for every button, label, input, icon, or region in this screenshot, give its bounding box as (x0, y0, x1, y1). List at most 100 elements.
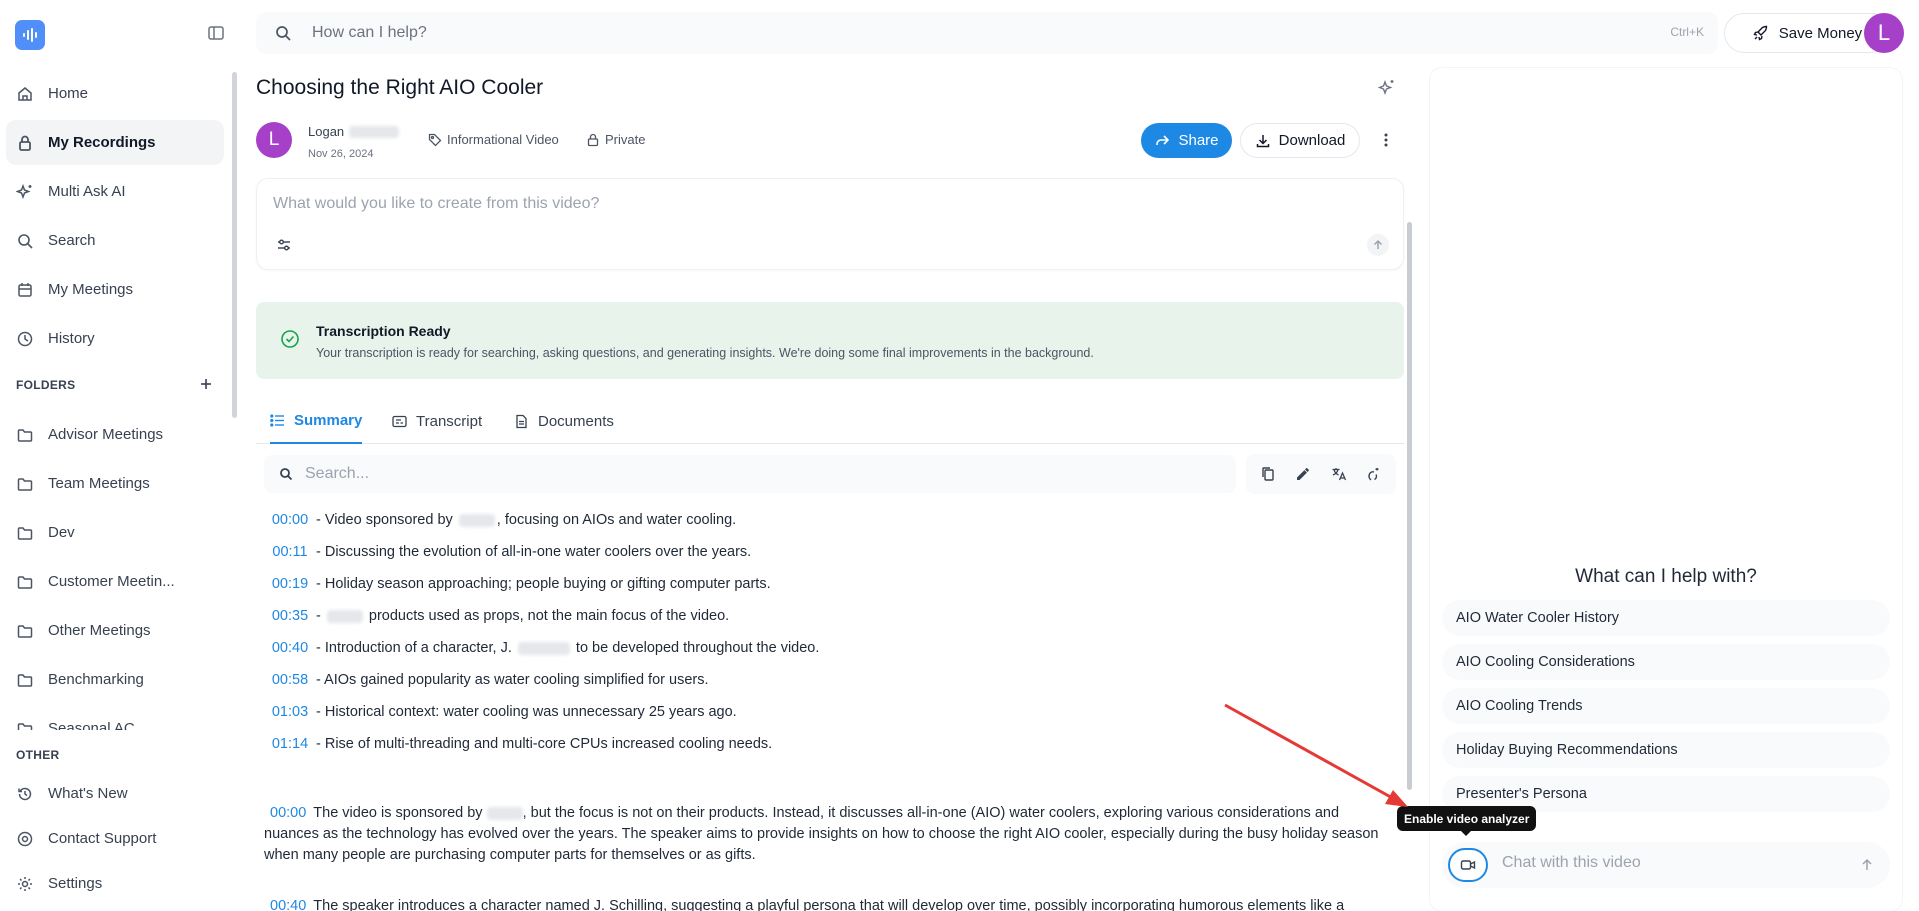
folder-icon (17, 526, 33, 540)
folder-item[interactable]: Benchmarking (6, 657, 224, 702)
tab-transcript[interactable]: Transcript (392, 398, 482, 444)
user-avatar[interactable]: L (1864, 13, 1904, 53)
share-button[interactable]: Share (1141, 123, 1232, 158)
folder-item[interactable]: Dev (6, 510, 224, 555)
folder-label: Team Meetings (48, 475, 150, 492)
folder-icon (17, 575, 33, 589)
paragraph-text: The video is sponsored by (313, 805, 487, 821)
notice-title: Transcription Ready (316, 323, 451, 339)
video-analyzer-toggle[interactable] (1448, 848, 1488, 882)
folder-item[interactable]: Team Meetings (6, 461, 224, 506)
main-nav: Home My Recordings Multi Ask AI Search M… (6, 71, 224, 365)
suggestion-chip[interactable]: AIO Cooling Trends (1442, 688, 1890, 724)
save-money-label: Save Money (1778, 24, 1863, 42)
folder-item[interactable]: Customer Meetin... (6, 559, 224, 604)
timestamp-link[interactable]: 00:19 (264, 576, 316, 592)
create-send-button[interactable] (1367, 234, 1389, 256)
chat-input-bar (1442, 842, 1890, 888)
timestamp-link[interactable]: 00:11 (264, 544, 316, 560)
visibility-tag[interactable]: Private (586, 132, 645, 147)
summary-search-input[interactable] (305, 465, 1205, 483)
add-folder-icon[interactable] (196, 374, 216, 394)
notice-text: Your transcription is ready for searchin… (316, 346, 1094, 360)
nav-item-history[interactable]: History (6, 316, 224, 361)
timestamp-link[interactable]: 00:00 (270, 803, 306, 824)
main-scrollbar[interactable] (1407, 222, 1412, 790)
author-first-name: Logan (308, 124, 345, 139)
chat-send-button[interactable] (1856, 854, 1878, 876)
nav-item-label: My Meetings (48, 281, 134, 298)
app-logo[interactable] (15, 20, 45, 50)
redacted-text (517, 641, 570, 655)
summary-paragraph: 00:40 The speaker introduces a character … (264, 898, 1388, 911)
ai-sparkle-icon[interactable] (1378, 78, 1396, 96)
recording-title: Choosing the Right AIO Cooler (256, 76, 544, 99)
timestamp-link[interactable]: 00:40 (270, 898, 306, 911)
chat-input[interactable] (1502, 854, 1842, 872)
lock-icon (19, 135, 31, 151)
recording-date: Nov 26, 2024 (308, 148, 374, 160)
create-prompt-box (256, 178, 1404, 270)
summary-line: 00:40 - Introduction of a character, J. … (264, 632, 1394, 664)
create-prompt-input[interactable] (273, 195, 1353, 219)
folder-list: Advisor Meetings Team Meetings Dev Custo… (6, 412, 224, 730)
edit-pencil-icon[interactable] (1295, 466, 1311, 482)
nav-item-my-recordings[interactable]: My Recordings (6, 120, 224, 165)
nav-item-multi-ask-ai[interactable]: Multi Ask AI (6, 169, 224, 214)
waveform-icon (23, 28, 37, 42)
nav-item-label: Search (48, 232, 96, 249)
rocket-icon (1753, 25, 1767, 41)
summary-search-bar[interactable] (264, 455, 1236, 493)
timestamp-link[interactable]: 00:35 (264, 608, 316, 624)
redacted-text (349, 125, 400, 138)
global-search-input[interactable] (312, 24, 1412, 42)
global-search-bar[interactable]: Ctrl+K (256, 12, 1718, 54)
nav-item-search[interactable]: Search (6, 218, 224, 263)
translate-icon[interactable] (1331, 466, 1347, 482)
suggestion-chip[interactable]: AIO Cooling Considerations (1442, 644, 1890, 680)
nav-item-home[interactable]: Home (6, 71, 224, 116)
folder-item[interactable]: Other Meetings (6, 608, 224, 653)
check-circle-icon (281, 330, 299, 348)
author-name: Logan (308, 124, 400, 139)
line-text: - (316, 608, 325, 624)
timestamp-link[interactable]: 00:58 (264, 672, 316, 688)
category-tag[interactable]: Informational Video (428, 132, 559, 147)
chat-panel: What can I help with? AIO Water Cooler H… (1430, 68, 1902, 911)
tab-documents[interactable]: Documents (514, 398, 614, 444)
line-text: - Video sponsored by (316, 512, 457, 528)
arrow-up-icon (1862, 858, 1872, 870)
nav-item-label: History (48, 330, 95, 347)
folder-icon (17, 624, 33, 638)
nav-item-contact-support[interactable]: Contact Support (6, 818, 224, 859)
suggestion-chip[interactable]: AIO Water Cooler History (1442, 600, 1890, 636)
category-label: Informational Video (447, 132, 559, 147)
nav-item-label: What's New (48, 785, 128, 802)
tab-summary[interactable]: Summary (270, 398, 363, 444)
folder-item[interactable]: Seasonal AC... (6, 706, 224, 730)
folder-item[interactable]: Advisor Meetings (6, 412, 224, 457)
sidebar-toggle-icon[interactable] (206, 23, 226, 43)
timestamp-link[interactable]: 00:00 (264, 512, 316, 528)
timestamp-link[interactable]: 00:40 (264, 640, 316, 656)
clock-icon (17, 331, 33, 346)
nav-item-whats-new[interactable]: What's New (6, 773, 224, 814)
more-options-icon[interactable] (1377, 131, 1395, 149)
options-sliders-icon[interactable] (275, 236, 293, 254)
tab-label: Transcript (416, 412, 483, 430)
nav-item-label: Home (48, 85, 89, 102)
ai-rewrite-icon[interactable] (1366, 466, 1382, 482)
calendar-icon (18, 282, 32, 297)
captions-icon (392, 415, 407, 427)
download-button[interactable]: Download (1240, 123, 1360, 158)
nav-item-my-meetings[interactable]: My Meetings (6, 267, 224, 312)
folder-label: Other Meetings (48, 622, 151, 639)
redacted-text (486, 806, 523, 820)
timestamp-link[interactable]: 01:03 (264, 704, 316, 720)
visibility-label: Private (605, 132, 646, 147)
suggestion-chip[interactable]: Holiday Buying Recommendations (1442, 732, 1890, 768)
sidebar-scrollbar[interactable] (232, 72, 237, 418)
copy-icon[interactable] (1260, 466, 1276, 482)
nav-item-settings[interactable]: Settings (6, 863, 224, 904)
timestamp-link[interactable]: 01:14 (264, 736, 316, 752)
